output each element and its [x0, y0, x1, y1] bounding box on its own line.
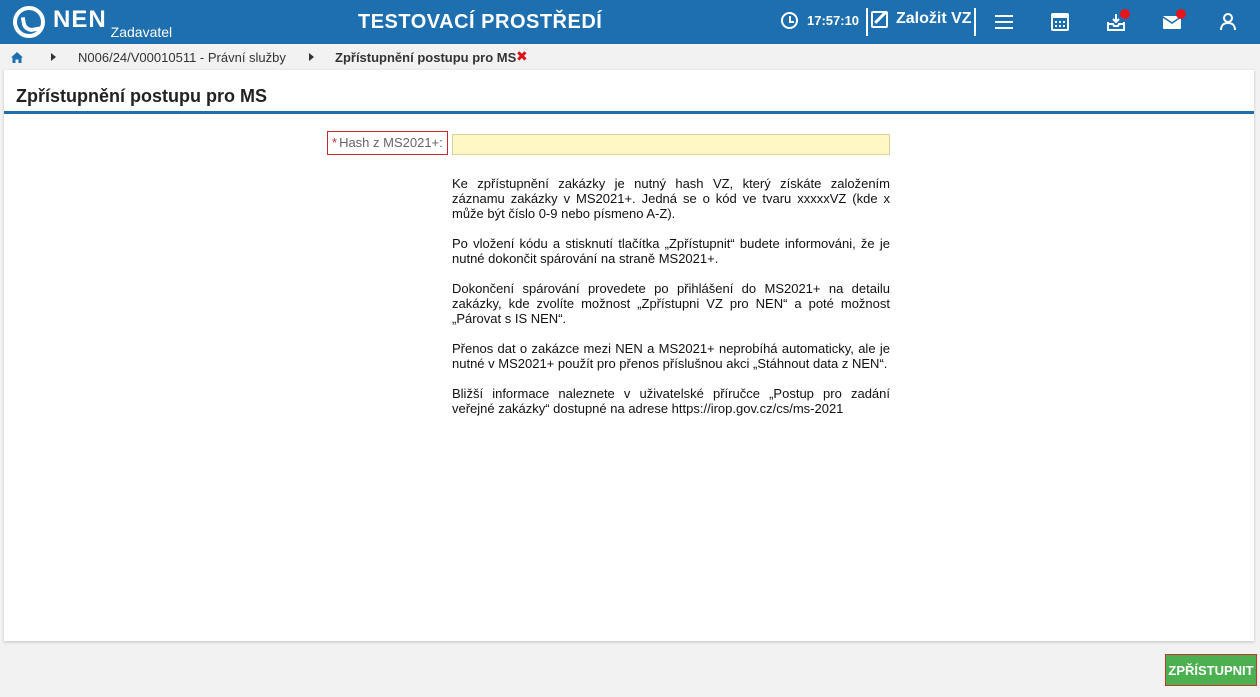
help-text: Ke zpřístupnění zakázky je nutný hash VZ… [452, 176, 890, 431]
clock-icon [781, 12, 798, 29]
help-paragraph: Ke zpřístupnění zakázky je nutný hash VZ… [452, 176, 890, 221]
main-panel: Zpřístupnění postupu pro MS * Hash z MS20… [4, 70, 1254, 641]
breadcrumb-separator-icon [309, 53, 314, 61]
logo[interactable]: NEN Zadavatel [13, 5, 172, 39]
environment-title: TESTOVACÍ PROSTŘEDÍ [358, 11, 603, 33]
divider [866, 8, 868, 36]
hash-label-text: Hash z MS2021+: [339, 135, 443, 150]
create-vz-label: Založit VZ [896, 10, 972, 27]
hash-label: * Hash z MS2021+: [327, 131, 448, 155]
top-bar: NEN Zadavatel TESTOVACÍ PROSTŘEDÍ 17:57:… [0, 0, 1260, 44]
menu-button[interactable] [992, 10, 1016, 34]
divider [974, 8, 976, 36]
edit-icon [871, 10, 888, 28]
create-vz-button[interactable]: Založit VZ [871, 10, 972, 28]
home-icon[interactable] [11, 52, 23, 63]
logo-subtitle: Zadavatel [110, 24, 173, 40]
title-underline [4, 111, 1254, 114]
page-title: Zpřístupnění postupu pro MS [16, 86, 267, 106]
session-clock: 17:57:10 [781, 12, 859, 29]
calculator-icon [1051, 13, 1069, 31]
breadcrumb-separator-icon [51, 53, 56, 61]
mail-button[interactable] [1160, 9, 1186, 34]
hash-input[interactable] [452, 134, 890, 155]
help-paragraph: Přenos dat o zakázce mezi NEN a MS2021+ … [452, 341, 890, 371]
user-button[interactable] [1216, 10, 1240, 34]
logo-text: NEN [53, 6, 107, 33]
breadcrumb-item-current: Zpřístupnění postupu pro MS [335, 50, 517, 65]
clock-time: 17:57:10 [807, 13, 860, 28]
calculator-button[interactable] [1048, 10, 1072, 34]
inbox-button[interactable] [1104, 9, 1130, 34]
zpristupnit-button[interactable]: ZPŘÍSTUPNIT [1165, 654, 1257, 686]
logo-icon [13, 6, 45, 38]
breadcrumb-item-procedure[interactable]: N006/24/V00010511 - Právní služby [78, 50, 286, 65]
required-marker: * [332, 135, 338, 150]
menu-icon [995, 15, 1013, 29]
help-paragraph: Dokončení spárování provedete po přihláš… [452, 281, 890, 326]
breadcrumb: N006/24/V00010511 - Právní služby Zpříst… [0, 44, 1260, 70]
user-icon [1220, 13, 1236, 31]
inbox-badge [1120, 9, 1130, 19]
close-tab-icon[interactable]: ✖ [516, 49, 528, 64]
help-paragraph: Po vložení kódu a stisknutí tlačítka „Zp… [452, 236, 890, 266]
help-paragraph: Bližší informace naleznete v uživatelské… [452, 386, 890, 416]
mail-badge [1176, 9, 1186, 19]
